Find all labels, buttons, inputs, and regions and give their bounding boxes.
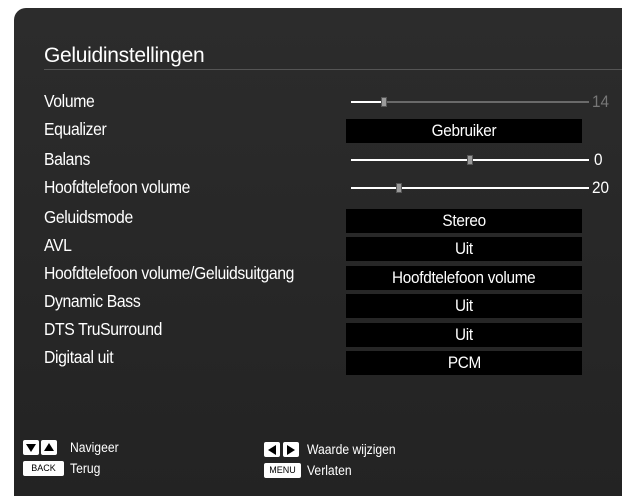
balance-slider-knob[interactable] [467, 155, 473, 165]
dts-value-box[interactable]: Uit [346, 323, 582, 347]
setting-equalizer[interactable]: Equalizer Gebruiker [14, 118, 622, 144]
setting-label: DTS TruSurround [44, 319, 163, 339]
headphone-volume-value: 20 [592, 178, 610, 197]
setting-label: AVL [44, 235, 72, 255]
headphone-volume-slider[interactable] [351, 183, 589, 193]
avl-value: Uit [455, 239, 473, 258]
menu-key-icon: MENU [264, 463, 301, 478]
dynamic-bass-value: Uit [455, 296, 473, 315]
left-arrow-glyph [268, 445, 276, 455]
dynamic-bass-value-box[interactable]: Uit [346, 294, 582, 318]
headphone-volume-slider-knob[interactable] [396, 183, 402, 193]
title-divider [44, 69, 622, 70]
balance-value: 0 [594, 150, 603, 169]
digital-out-value: PCM [447, 353, 481, 372]
setting-sound-mode[interactable]: Geluidsmode Stereo [14, 206, 622, 233]
down-arrow-glyph [26, 444, 36, 452]
avl-value-box[interactable]: Uit [346, 237, 582, 261]
hint-exit: Verlaten [307, 463, 352, 478]
setting-dynamic-bass[interactable]: Dynamic Bass Uit [14, 290, 622, 318]
setting-label: Digitaal uit [44, 347, 114, 367]
hint-change-value: Waarde wijzigen [307, 442, 396, 457]
back-key-icon: BACK [23, 461, 64, 476]
balance-slider[interactable] [351, 155, 589, 165]
setting-label: Equalizer [44, 119, 107, 139]
volume-value: 14 [592, 92, 610, 111]
setting-label: Hoofdtelefoon volume [44, 177, 191, 197]
volume-slider[interactable] [351, 97, 589, 107]
setting-headphone-output[interactable]: Hoofdtelefoon volume/Geluidsuitgang Hoof… [14, 262, 622, 290]
hint-back: Terug [70, 461, 101, 476]
hint-navigate: Navigeer [70, 440, 119, 455]
setting-label: Dynamic Bass [44, 291, 141, 311]
equalizer-value-box[interactable]: Gebruiker [346, 119, 582, 143]
setting-label: Geluidsmode [44, 207, 133, 227]
up-arrow-glyph [44, 443, 54, 451]
equalizer-value: Gebruiker [431, 121, 497, 140]
setting-volume[interactable]: Volume 14 [14, 90, 622, 116]
up-arrow-key-icon [41, 440, 57, 455]
sound-settings-menu: Geluidinstellingen Volume 14 Equalizer G… [14, 8, 622, 496]
sound-mode-value: Stereo [442, 211, 486, 230]
setting-dts-trusurround[interactable]: DTS TruSurround Uit [14, 318, 622, 347]
volume-slider-rest [387, 101, 589, 103]
setting-label: Balans [44, 149, 90, 169]
headphone-output-value-box[interactable]: Hoofdtelefoon volume [346, 266, 582, 290]
down-arrow-key-icon [23, 440, 39, 455]
setting-digital-out[interactable]: Digitaal uit PCM [14, 346, 622, 375]
right-arrow-key-icon [283, 442, 299, 457]
setting-balance[interactable]: Balans 0 [14, 148, 622, 174]
dts-value: Uit [455, 325, 473, 344]
key-hints: Navigeer Waarde wijzigen BACK Terug MENU… [14, 430, 622, 490]
setting-headphone-volume[interactable]: Hoofdtelefoon volume 20 [14, 176, 622, 202]
volume-slider-knob[interactable] [381, 97, 387, 107]
sound-mode-value-box[interactable]: Stereo [346, 209, 582, 233]
setting-label: Volume [44, 91, 95, 111]
setting-avl[interactable]: AVL Uit [14, 234, 622, 261]
left-arrow-key-icon [264, 442, 280, 457]
digital-out-value-box[interactable]: PCM [346, 351, 582, 375]
menu-title: Geluidinstellingen [44, 44, 205, 67]
right-arrow-glyph [287, 445, 295, 455]
setting-label: Hoofdtelefoon volume/Geluidsuitgang [44, 263, 295, 283]
headphone-output-value: Hoofdtelefoon volume [392, 268, 536, 287]
